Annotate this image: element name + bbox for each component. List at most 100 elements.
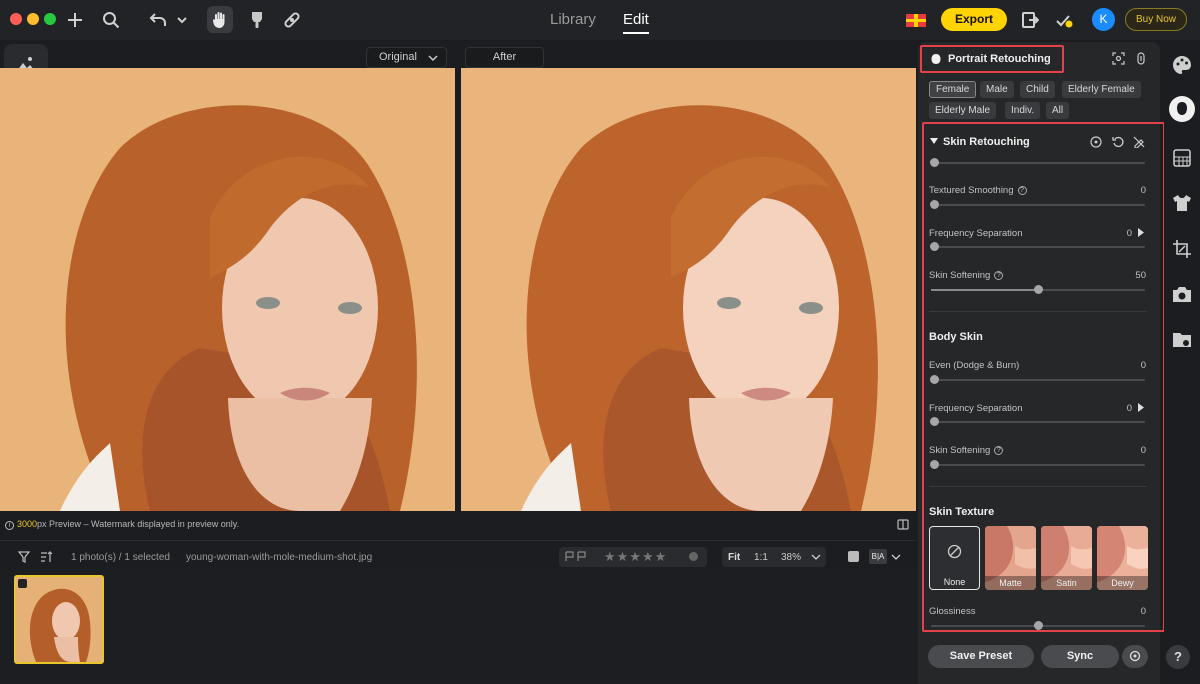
info-icon[interactable]: ?: [994, 271, 1004, 280]
buy-now-button[interactable]: Buy Now: [1125, 8, 1187, 31]
search-icon[interactable]: [99, 8, 123, 32]
save-preset-button[interactable]: Save Preset: [928, 645, 1034, 668]
reset-icon[interactable]: [1112, 136, 1124, 148]
camera-icon[interactable]: [1171, 283, 1193, 305]
disable-edit-icon[interactable]: [1133, 136, 1145, 148]
textured-smoothing-value: 0: [1140, 185, 1146, 196]
zoom-chevron-icon[interactable]: [811, 554, 821, 561]
color-label-icon[interactable]: [689, 552, 698, 561]
split-view-icon[interactable]: [897, 519, 909, 530]
share-icon[interactable]: [1018, 8, 1042, 32]
skin-softening-slider[interactable]: [931, 285, 1145, 294]
minimize-window-button[interactable]: [27, 13, 39, 25]
compare-mode-select[interactable]: Original: [366, 47, 447, 68]
brush-icon[interactable]: [245, 8, 269, 32]
after-photo[interactable]: [461, 68, 916, 511]
bandage-icon[interactable]: [280, 8, 304, 32]
filter-chip-child[interactable]: Child: [1020, 81, 1055, 98]
preview-size: 3000: [17, 519, 38, 529]
slider-knob[interactable]: [930, 460, 939, 469]
skin-softening-label: Skin Softening?: [929, 270, 1004, 281]
selected-filename: young-woman-with-mole-medium-shot.jpg: [186, 552, 373, 563]
texture-option-none[interactable]: None: [929, 526, 980, 590]
slider-knob[interactable]: [930, 200, 939, 209]
add-icon[interactable]: [63, 8, 87, 32]
one-to-one-button[interactable]: 1:1: [754, 552, 768, 563]
texture-option-dewy[interactable]: Dewy: [1097, 526, 1148, 590]
fit-button[interactable]: Fit: [728, 552, 740, 563]
visibility-icon[interactable]: [1090, 136, 1102, 148]
export-button[interactable]: Export: [941, 8, 1007, 31]
texture-option-matte[interactable]: Matte: [985, 526, 1036, 590]
slider-knob[interactable]: [930, 158, 939, 167]
single-view-icon[interactable]: [848, 551, 859, 562]
portrait-module-button[interactable]: [1169, 96, 1195, 122]
filmstrip-thumbnail[interactable]: [14, 575, 104, 664]
face-icon: [931, 54, 941, 64]
filter-chip-elderly-male[interactable]: Elderly Male: [929, 102, 997, 119]
sync-settings-button[interactable]: [1122, 645, 1148, 668]
filter-chip-elderly-female[interactable]: Elderly Female: [1062, 81, 1141, 98]
filter-icon[interactable]: [18, 551, 30, 563]
slider-knob[interactable]: [1034, 621, 1043, 630]
crop-icon[interactable]: [1171, 238, 1193, 260]
expand-triangle-icon[interactable]: [1138, 228, 1144, 237]
skin-retouching-title: Skin Retouching: [943, 136, 1030, 148]
body-skin-softening-slider[interactable]: [930, 460, 1145, 469]
undo-icon[interactable]: [146, 8, 170, 32]
slider-knob[interactable]: [930, 375, 939, 384]
original-photo[interactable]: [0, 68, 455, 511]
avatar[interactable]: K: [1092, 8, 1115, 31]
zoom-level[interactable]: 38%: [781, 552, 801, 563]
expand-triangle-icon[interactable]: [1138, 403, 1144, 412]
filter-chip-all[interactable]: All: [1046, 102, 1070, 119]
frequency-separation-slider[interactable]: [930, 242, 1145, 251]
slider-knob[interactable]: [1034, 285, 1043, 294]
sort-icon[interactable]: [40, 551, 53, 563]
after-label: After: [465, 47, 544, 68]
undo-history-chevron-icon[interactable]: [170, 8, 194, 32]
body-skin-softening-label: Skin Softening?: [929, 445, 1004, 456]
info-icon[interactable]: ?: [1017, 186, 1027, 195]
gift-icon[interactable]: [904, 8, 928, 32]
none-icon: [947, 544, 962, 559]
textured-smoothing-slider[interactable]: [930, 200, 1145, 209]
slider-knob[interactable]: [930, 417, 939, 426]
glossiness-value: 0: [1140, 606, 1146, 617]
palette-icon[interactable]: [1171, 54, 1193, 76]
face-detect-icon[interactable]: [1112, 52, 1125, 65]
tab-library[interactable]: Library: [550, 11, 596, 28]
section-divider: [929, 311, 1147, 312]
adjust-options-icon[interactable]: [1136, 52, 1146, 65]
top-toolbar: Library Edit Export K Buy Now: [0, 0, 1200, 40]
glossiness-slider[interactable]: [931, 621, 1145, 630]
glossiness-label: Glossiness: [929, 606, 976, 617]
sync-button[interactable]: Sync: [1041, 645, 1119, 668]
module-rail: [1164, 42, 1200, 684]
texture-option-satin[interactable]: Satin: [1041, 526, 1092, 590]
flag-icon[interactable]: [565, 551, 589, 562]
filter-chip-female[interactable]: Female: [929, 81, 977, 98]
before-after-toggle[interactable]: B|A: [869, 549, 887, 564]
frequency-separation-value: 0: [1126, 228, 1132, 239]
tab-edit[interactable]: Edit: [623, 11, 649, 34]
folder-icon[interactable]: [1171, 328, 1193, 350]
filter-chip-male[interactable]: Male: [980, 81, 1014, 98]
clothing-icon[interactable]: [1171, 192, 1193, 214]
hidden-slider-track[interactable]: [930, 158, 1145, 167]
body-frequency-separation-slider[interactable]: [930, 417, 1145, 426]
texture-grid-icon[interactable]: [1171, 147, 1193, 169]
even-dodge-burn-slider[interactable]: [930, 375, 1145, 384]
filter-chip-individual[interactable]: Indiv.: [1005, 102, 1041, 119]
info-icon[interactable]: ?: [994, 446, 1004, 455]
star-rating-icon[interactable]: ★★★★★: [604, 549, 667, 565]
collapse-triangle-icon[interactable]: [930, 138, 938, 145]
slider-knob[interactable]: [930, 242, 939, 251]
cloud-sync-icon[interactable]: [1052, 8, 1076, 32]
close-window-button[interactable]: [10, 13, 22, 25]
body-skin-softening-value: 0: [1140, 445, 1146, 456]
view-chevron-icon[interactable]: [891, 554, 901, 561]
help-button[interactable]: ?: [1166, 645, 1190, 669]
zoom-window-button[interactable]: [44, 13, 56, 25]
skin-texture-title: Skin Texture: [929, 506, 995, 518]
